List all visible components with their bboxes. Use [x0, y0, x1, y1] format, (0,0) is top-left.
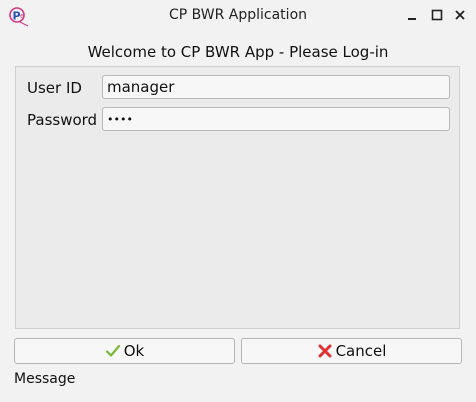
close-button[interactable] — [451, 6, 469, 24]
password-input[interactable] — [102, 107, 450, 131]
maximize-button[interactable] — [428, 6, 446, 24]
cancel-button-label: Cancel — [335, 342, 387, 360]
maximize-icon — [431, 9, 443, 21]
welcome-heading: Welcome to CP BWR App - Please Log-in — [87, 43, 389, 61]
user-id-input[interactable] — [102, 75, 450, 99]
title-bar[interactable]: P e CP BWR Application — [0, 0, 476, 32]
status-message: Message — [14, 371, 76, 387]
cancel-x-icon — [317, 343, 333, 359]
cancel-button[interactable]: Cancel — [241, 338, 462, 364]
password-label: Password — [27, 111, 98, 129]
checkmark-icon — [105, 343, 121, 359]
close-icon — [455, 10, 465, 20]
ok-button-label: Ok — [123, 342, 145, 360]
ok-button[interactable]: Ok — [14, 338, 235, 364]
minimize-button[interactable] — [403, 6, 421, 24]
minimize-icon — [408, 18, 416, 20]
user-id-label: User ID — [27, 79, 82, 97]
login-form-panel: User ID Password — [15, 66, 460, 329]
login-window: P e CP BWR Application Welcome to CP BWR… — [0, 0, 476, 402]
